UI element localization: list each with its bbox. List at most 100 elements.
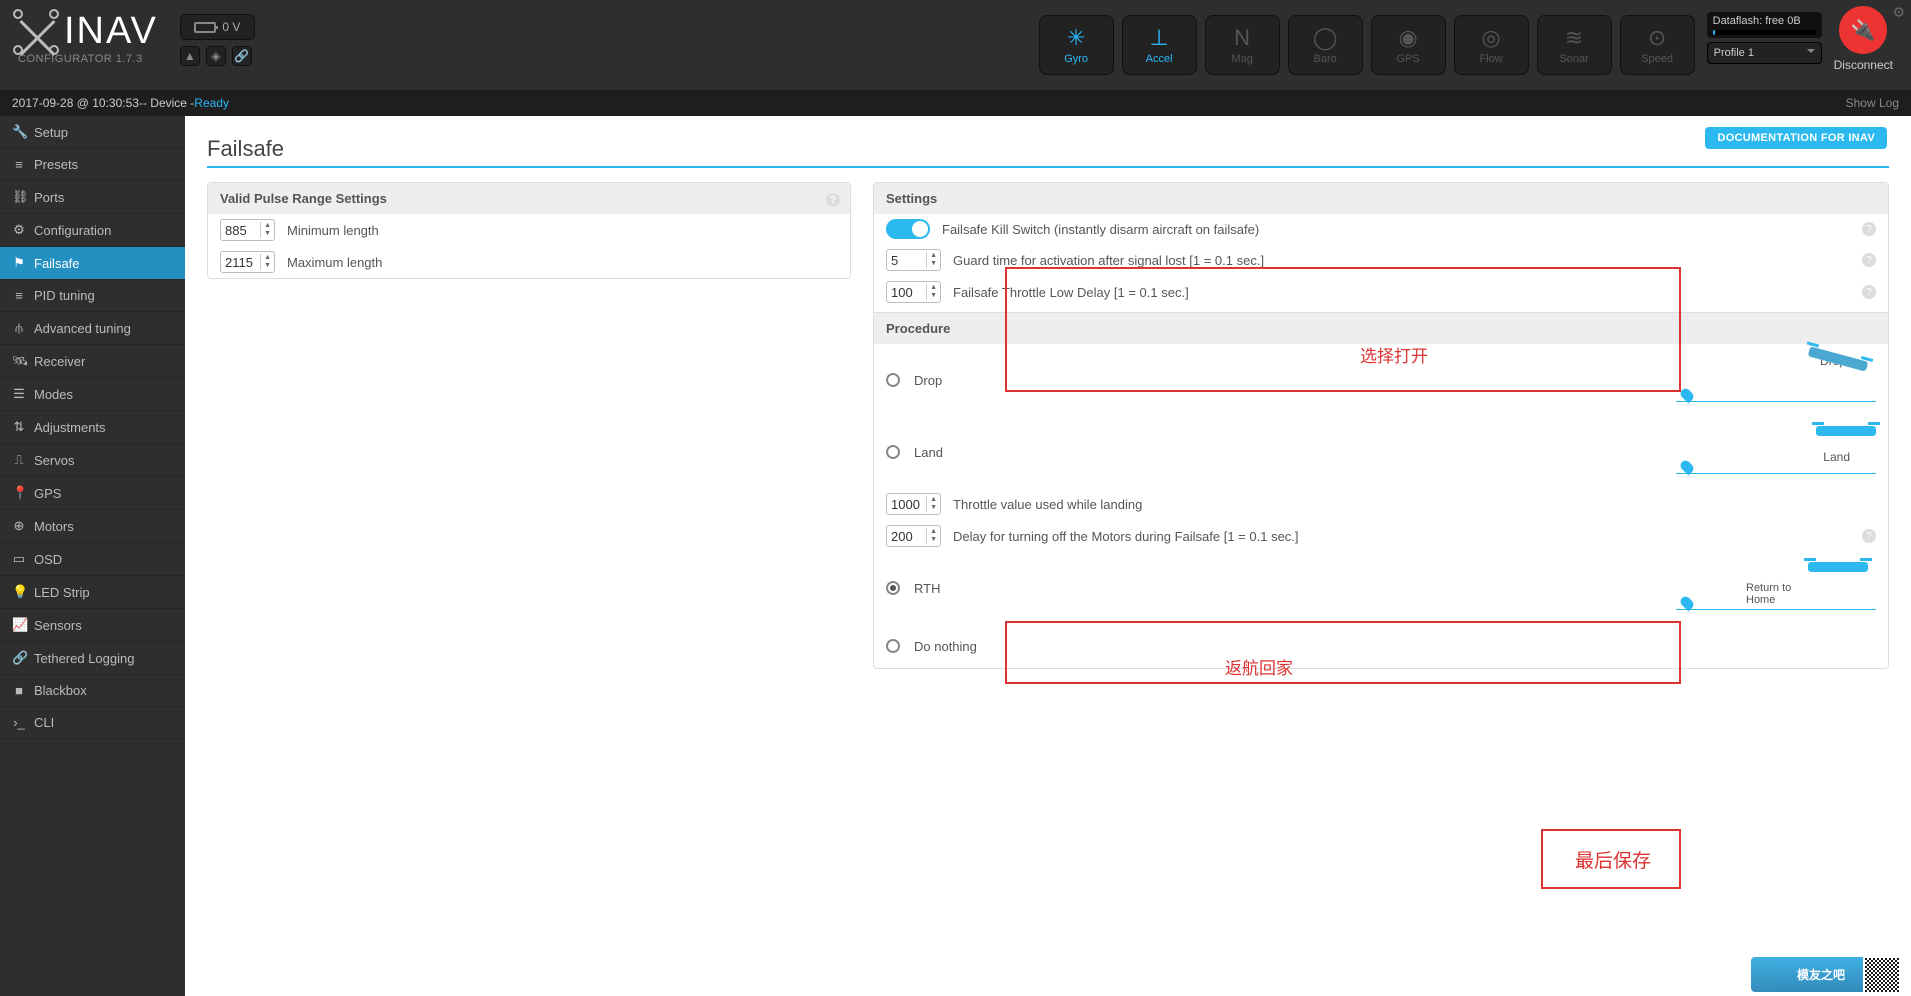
procedure-drop-label: Drop (914, 373, 942, 388)
sidebar-icon: ⚙ (12, 222, 26, 238)
sidebar-item-label: Servos (34, 453, 74, 468)
sidebar-icon: 📈 (12, 617, 26, 633)
stepper-icon[interactable]: ▲▼ (260, 222, 274, 238)
stepper-icon[interactable]: ▲▼ (926, 528, 940, 544)
sidebar-item-label: Adjustments (34, 420, 106, 435)
sidebar-icon: ⛓ (12, 189, 26, 205)
log-device: -- Device - (139, 96, 194, 110)
sidebar-item-label: Motors (34, 519, 74, 534)
procedure-rth-radio[interactable] (886, 581, 900, 595)
sensor-label: Speed (1641, 53, 1673, 65)
sidebar-item-label: Failsafe (34, 256, 80, 271)
sensor-sonar: ≋Sonar (1537, 15, 1612, 75)
guard-time-input[interactable]: 5 ▲▼ (886, 249, 941, 271)
stepper-icon[interactable]: ▲▼ (260, 254, 274, 270)
motor-off-delay-input[interactable]: 200 ▲▼ (886, 525, 941, 547)
procedure-drop-radio[interactable] (886, 373, 900, 387)
sidebar-item-presets[interactable]: ≡Presets (0, 149, 185, 181)
throttle-low-delay-input[interactable]: 100 ▲▼ (886, 281, 941, 303)
gps-fix-icon: ◈ (206, 46, 226, 66)
sensor-baro: ◯ Baro (1288, 15, 1363, 75)
sidebar-item-pid-tuning[interactable]: ≡ PID tuning (0, 280, 185, 312)
qr-icon (1863, 956, 1901, 994)
stepper-icon[interactable]: ▲▼ (926, 252, 940, 268)
help-icon[interactable]: ? (1862, 253, 1876, 267)
sidebar-icon: ≡ (12, 157, 26, 172)
throttle-low-delay-label: Failsafe Throttle Low Delay [1 = 0.1 sec… (953, 285, 1189, 300)
dataflash-widget[interactable]: Dataflash: free 0B (1707, 12, 1822, 38)
sensor-glyph-icon: ◯ (1313, 25, 1338, 51)
sidebar-icon: ≡ (12, 288, 26, 303)
profile-select[interactable]: Profile 1 (1707, 42, 1822, 64)
sensor-gps: ◉GPS (1371, 15, 1446, 75)
sidebar-item-label: GPS (34, 486, 61, 501)
sidebar-item-gps[interactable]: 📍GPS (0, 477, 185, 510)
sidebar-icon: ☰ (12, 386, 26, 402)
land-media-label: Land (1823, 450, 1850, 464)
app-subtitle: CONFIGURATOR 1.7.3 (18, 53, 158, 65)
documentation-button[interactable]: DOCUMENTATION FOR INAV (1705, 127, 1887, 149)
sidebar-item-blackbox[interactable]: ■Blackbox (0, 675, 185, 707)
sidebar-icon: 💡 (12, 584, 26, 600)
help-icon[interactable]: ? (1862, 222, 1876, 236)
sensor-label: Mag (1231, 53, 1252, 65)
panel-settings-heading: Settings (886, 191, 937, 206)
help-icon[interactable]: ? (1862, 285, 1876, 299)
sensor-accel: ⊥Accel (1122, 15, 1197, 75)
sidebar-item-label: PID tuning (34, 288, 95, 303)
sidebar-item-receiver[interactable]: 🛰Receiver (0, 345, 185, 378)
landing-throttle-input[interactable]: 1000 ▲▼ (886, 493, 941, 515)
sidebar-icon: ⚑ (12, 255, 26, 271)
app-logo-block: INAV CONFIGURATOR 1.7.3 (0, 0, 176, 90)
guard-time-label: Guard time for activation after signal l… (953, 253, 1264, 268)
procedure-donothing-label: Do nothing (914, 639, 977, 654)
panel-pulse-range: Valid Pulse Range Settings ? 885 ▲▼ Mini… (207, 182, 851, 279)
sensor-glyph-icon: ⊙ (1648, 25, 1666, 51)
sidebar-item-advanced-tuning[interactable]: ⫛Advanced tuning (0, 312, 185, 345)
failsafe-kill-switch-toggle[interactable] (886, 219, 930, 239)
sidebar-icon: 🔗 (12, 650, 26, 666)
sidebar-item-modes[interactable]: ☰Modes (0, 378, 185, 411)
sensor-label: Gyro (1064, 53, 1088, 65)
show-log-button[interactable]: Show Log (1846, 96, 1899, 110)
link-icon: 🔗 (232, 46, 252, 66)
sidebar-item-label: Sensors (34, 618, 82, 633)
sidebar-item-led-strip[interactable]: 💡LED Strip (0, 576, 185, 609)
drone-icon (1808, 562, 1868, 572)
sidebar-item-label: Advanced tuning (34, 321, 131, 336)
sidebar-item-label: CLI (34, 715, 54, 730)
help-icon[interactable]: ? (826, 193, 840, 207)
sidebar-item-setup[interactable]: 🔧Setup (0, 116, 185, 149)
sensor-speed: ⊙ Speed (1620, 15, 1695, 75)
min-length-input[interactable]: 885 ▲▼ (220, 219, 275, 241)
gear-icon[interactable]: ⚙ (1892, 4, 1905, 21)
drone-icon (18, 14, 54, 50)
sensor-flow: ◎Flow (1454, 15, 1529, 75)
sidebar-item-servos[interactable]: ⎍ Servos (0, 444, 185, 477)
procedure-land-radio[interactable] (886, 445, 900, 459)
disconnect-button[interactable]: 🔌 Disconnect (1834, 6, 1893, 84)
sidebar-item-label: Ports (34, 190, 64, 205)
max-length-input[interactable]: 2115 ▲▼ (220, 251, 275, 273)
sidebar-item-cli[interactable]: ›_CLI (0, 707, 185, 739)
sidebar-item-sensors[interactable]: 📈 Sensors (0, 609, 185, 642)
help-icon[interactable]: ? (1862, 529, 1876, 543)
sidebar-item-ports[interactable]: ⛓ Ports (0, 181, 185, 214)
stepper-icon[interactable]: ▲▼ (926, 284, 940, 300)
warn-icon: ▲ (180, 46, 200, 66)
sensor-label: Baro (1314, 53, 1337, 65)
sidebar-icon: ⎍ (12, 452, 26, 468)
sidebar-item-configuration[interactable]: ⚙ Configuration (0, 214, 185, 247)
page-title: Failsafe (207, 136, 1889, 162)
sidebar-item-osd[interactable]: ▭OSD (0, 543, 185, 576)
sidebar-item-adjustments[interactable]: ⇅Adjustments (0, 411, 185, 444)
sidebar-item-label: Configuration (34, 223, 111, 238)
procedure-donothing-radio[interactable] (886, 639, 900, 653)
sidebar-item-tethered-logging[interactable]: 🔗Tethered Logging (0, 642, 185, 675)
sidebar-item-motors[interactable]: ⊕Motors (0, 510, 185, 543)
min-length-label: Minimum length (287, 223, 379, 238)
stepper-icon[interactable]: ▲▼ (926, 496, 940, 512)
dataflash-label: Dataflash: free 0B (1713, 15, 1801, 27)
sensor-glyph-icon: ⊥ (1150, 25, 1169, 51)
sidebar-item-failsafe[interactable]: ⚑ Failsafe (0, 247, 185, 280)
